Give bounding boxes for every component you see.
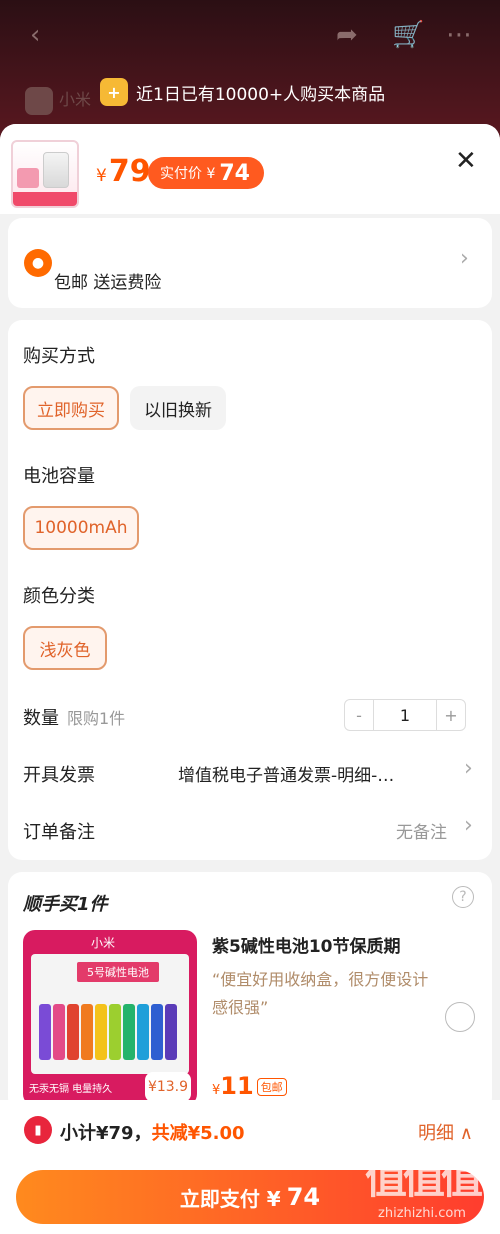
- shipping-text: 包邮 送运费险: [54, 273, 162, 293]
- subtotal-text: 小计¥79，共减¥5.00: [60, 1123, 245, 1144]
- upsell-product-image[interactable]: 小米 5号碱性电池 无汞无镉 电量持久 ¥13.9: [23, 930, 197, 1106]
- more-icon[interactable]: ⋯: [446, 20, 472, 50]
- image-tag: 5号碱性电池: [77, 962, 159, 982]
- shopping-bag-icon: +: [100, 78, 128, 106]
- order-note-value[interactable]: 无备注: [396, 818, 447, 843]
- back-icon[interactable]: ‹: [30, 20, 40, 50]
- purchase-banner: + 近1日已有10000+人购买本商品: [100, 74, 385, 110]
- option-color[interactable]: 浅灰色: [23, 626, 107, 670]
- capacity-label: 电池容量: [23, 466, 95, 487]
- quantity-plus-button[interactable]: +: [437, 700, 465, 730]
- quantity-minus-button[interactable]: -: [345, 700, 373, 730]
- battery-illustration: [39, 1004, 177, 1060]
- quantity-limit: 限购1件: [67, 709, 126, 728]
- cart-icon[interactable]: 🛒: [392, 20, 424, 50]
- upsell-title: 顺手买1件: [23, 894, 108, 915]
- color-label: 颜色分类: [23, 586, 95, 607]
- ticket-icon: ▮: [24, 1116, 52, 1144]
- free-shipping-tag: 包邮: [256, 1078, 287, 1096]
- product-thumbnail[interactable]: [11, 140, 79, 208]
- option-capacity[interactable]: 10000mAh: [23, 506, 139, 550]
- help-icon[interactable]: ?: [452, 886, 474, 908]
- details-toggle[interactable]: 明细 ∧: [418, 1119, 473, 1145]
- product-price: ¥79: [96, 154, 151, 189]
- real-price-badge: 实付价 ¥74: [148, 157, 264, 189]
- banner-text: 近1日已有10000+人购买本商品: [136, 84, 386, 105]
- options-card: 购买方式 立即购买 以旧换新 电池容量 10000mAh 颜色分类 浅灰色 数量…: [8, 320, 492, 860]
- watermark: 值值值 zhizhizhi.com: [364, 1154, 483, 1221]
- image-footer-text: 无汞无镉 电量持久: [29, 1084, 113, 1095]
- close-icon[interactable]: ✕: [455, 146, 477, 176]
- option-trade-in[interactable]: 以旧换新: [130, 386, 226, 430]
- chevron-right-icon: ›: [464, 813, 473, 838]
- quantity-value[interactable]: 1: [373, 700, 437, 730]
- image-price: ¥13.9: [145, 1072, 191, 1102]
- sku-sheet: ¥79 实付价 ¥74 ✕ ● › 包邮 送运费险 购买方式 立即购买 以旧换新…: [0, 124, 500, 1234]
- brand-logo: 小米: [91, 936, 116, 950]
- top-bar: ‹ ➦ 🛒 ⋯: [0, 0, 500, 70]
- order-note-label: 订单备注: [23, 822, 95, 843]
- sheet-header: ¥79 实付价 ¥74 ✕: [0, 124, 500, 214]
- invoice-label: 开具发票: [23, 765, 95, 786]
- chevron-right-icon: ›: [460, 246, 469, 271]
- shipping-card[interactable]: ● ›: [8, 218, 492, 308]
- location-pin-icon: ●: [24, 249, 52, 277]
- upsell-review-quote: “便宜好用收纳盒，很方便设计感很强”: [212, 970, 429, 1017]
- chevron-right-icon: ›: [464, 756, 473, 781]
- upsell-product-name[interactable]: 紫5碱性电池10节保质期: [212, 932, 401, 957]
- invoice-value[interactable]: 增值税电子普通发票-明细-…: [178, 761, 394, 786]
- share-icon[interactable]: ➦: [336, 20, 358, 50]
- purchase-method-label: 购买方式: [23, 346, 95, 367]
- quantity-stepper[interactable]: - 1 +: [344, 699, 466, 731]
- quantity-label: 数量 限购1件: [23, 708, 126, 729]
- upsell-card: 顺手买1件 ? 小米 5号碱性电池 无汞无镉 电量持久 ¥13.9 紫5碱性电池…: [8, 872, 492, 1112]
- upsell-price: ¥11 包邮: [212, 1072, 287, 1100]
- upsell-select-radio[interactable]: [445, 1002, 475, 1032]
- option-buy-now[interactable]: 立即购买: [23, 386, 119, 430]
- discount-text: 共减¥5.00: [151, 1123, 245, 1144]
